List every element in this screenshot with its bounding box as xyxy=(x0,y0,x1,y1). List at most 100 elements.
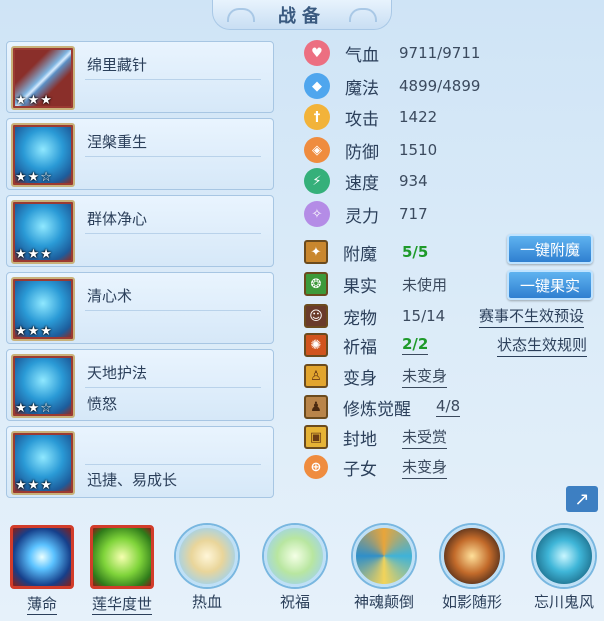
blessing-icon: ✺ xyxy=(304,333,328,357)
extra-value[interactable]: 未受赏 xyxy=(402,426,448,449)
skill-card-1[interactable]: ★★★ 绵里藏针 xyxy=(6,41,274,113)
extra-label: 祈福 xyxy=(343,337,377,358)
spirit-icon: ✧ xyxy=(304,201,330,227)
extra-value[interactable]: 未变身 xyxy=(402,365,448,388)
skill-card-6[interactable]: ★★★ 迅捷、易成长 xyxy=(6,426,274,498)
stat-label: 灵力 xyxy=(345,206,379,227)
bottom-slot-label: 忘川鬼风 xyxy=(533,593,594,611)
skill-stars: ★★☆ xyxy=(15,170,53,185)
skill-stars: ★★★ xyxy=(15,247,53,262)
stat-label: 攻击 xyxy=(345,109,379,130)
extra-label: 果实 xyxy=(343,276,377,297)
speed-icon: ⚡ xyxy=(304,168,330,194)
bottom-slot-label: 如影随形 xyxy=(441,593,502,611)
hot-blood-icon xyxy=(176,525,238,587)
blessing-flower-icon xyxy=(264,525,326,587)
shield-icon: ◈ xyxy=(304,137,330,163)
bottom-slot-3[interactable]: 热血 xyxy=(171,525,243,612)
bottom-slot-5[interactable]: 神魂颠倒 xyxy=(348,525,420,612)
page-title: 战备 xyxy=(212,0,392,30)
extra-label: 宠物 xyxy=(343,308,377,329)
stat-value: 934 xyxy=(399,172,428,190)
orb-icon xyxy=(10,525,74,589)
extra-label: 子女 xyxy=(343,459,377,480)
skill-name: 清心术 xyxy=(87,287,133,305)
extra-fief: ▣ 封地 未受赏 xyxy=(304,423,448,451)
fief-icon: ▣ xyxy=(304,425,328,449)
stat-spirit: ✧ 灵力 717 xyxy=(304,200,428,228)
extra-cultivation: ♟ 修炼觉醒 4/8 xyxy=(304,393,461,421)
skill-stars: ★★☆ xyxy=(15,401,53,416)
extra-enchant: ✦ 附魔 5/5 xyxy=(304,238,428,266)
cultivation-icon: ♟ xyxy=(304,395,328,419)
stat-label: 气血 xyxy=(345,45,379,66)
extra-child: ⊕ 子女 未变身 xyxy=(304,453,448,481)
one-click-enchant-button[interactable]: 一键附魔 xyxy=(507,234,593,264)
shadow-figures-icon xyxy=(441,525,503,587)
stat-value: 9711/9711 xyxy=(399,44,481,62)
skill-card-2[interactable]: ★★☆ 涅槃重生 xyxy=(6,118,274,190)
stat-speed: ⚡ 速度 934 xyxy=(304,167,428,195)
bottom-slot-7[interactable]: 忘川鬼风 xyxy=(528,525,600,612)
preset-link[interactable]: 赛事不生效预设 xyxy=(479,305,585,328)
skill-list: ★★★ 绵里藏针 ★★☆ 涅槃重生 ★★★ 群体净心 ★★★ 清心术 ★★☆ 天… xyxy=(6,41,274,503)
skill-stars: ★★★ xyxy=(15,478,53,493)
extra-value[interactable]: 未变身 xyxy=(402,456,448,479)
skill-name: 天地护法 xyxy=(87,364,148,382)
stat-attack: † 攻击 1422 xyxy=(304,103,437,131)
skill-name: 绵里藏针 xyxy=(87,56,148,74)
mana-icon: ◆ xyxy=(304,73,330,99)
extra-label: 修炼觉醒 xyxy=(343,399,411,420)
bottom-slot-1[interactable]: 薄命 xyxy=(6,525,78,615)
page-title-text: 战备 xyxy=(278,5,326,27)
bottom-slot-6[interactable]: 如影随形 xyxy=(436,525,508,612)
stat-label: 防御 xyxy=(345,142,379,163)
skill-card-5[interactable]: ★★☆ 天地护法 愤怒 xyxy=(6,349,274,421)
skill-subtitle: 迅捷、易成长 xyxy=(87,471,178,489)
enchant-icon: ✦ xyxy=(304,240,328,264)
stat-defense: ◈ 防御 1510 xyxy=(304,136,437,164)
stat-label: 魔法 xyxy=(345,78,379,99)
extra-label: 封地 xyxy=(343,429,377,450)
soul-swirl-icon xyxy=(353,525,415,587)
sword-icon: † xyxy=(304,104,330,130)
extra-label: 变身 xyxy=(343,368,377,389)
bottom-slot-2[interactable]: 莲华度世 xyxy=(86,525,158,615)
rules-link[interactable]: 状态生效规则 xyxy=(497,334,588,357)
extra-value: 5/5 xyxy=(402,243,429,261)
skill-subtitle: 愤怒 xyxy=(87,395,118,413)
bottom-slot-label: 莲华度世 xyxy=(91,595,152,615)
skill-card-4[interactable]: ★★★ 清心术 xyxy=(6,272,274,344)
skill-stars: ★★★ xyxy=(15,93,53,108)
stat-value: 717 xyxy=(399,205,428,223)
stat-mp: ◆ 魔法 4899/4899 xyxy=(304,72,480,100)
child-icon: ⊕ xyxy=(304,455,328,479)
pet-icon: ☺ xyxy=(304,304,328,328)
extra-value: 15/14 xyxy=(402,307,446,325)
skill-card-3[interactable]: ★★★ 群体净心 xyxy=(6,195,274,267)
bottom-slot-4[interactable]: 祝福 xyxy=(259,525,331,612)
extra-value[interactable]: 4/8 xyxy=(436,397,461,417)
extra-value: 未使用 xyxy=(402,275,448,294)
extra-fruit: ❂ 果实 未使用 xyxy=(304,270,447,298)
stat-value: 4899/4899 xyxy=(399,77,481,95)
extra-label: 附魔 xyxy=(343,244,377,265)
extra-blessing: ✺ 祈福 2/2 xyxy=(304,331,429,359)
skill-name: 群体净心 xyxy=(87,210,148,228)
transform-icon: ♙ xyxy=(304,364,328,388)
bottom-slot-label: 热血 xyxy=(191,593,222,611)
bottom-slot-label: 神魂颠倒 xyxy=(353,593,414,611)
lotus-hand-icon xyxy=(90,525,154,589)
stat-label: 速度 xyxy=(345,173,379,194)
skill-stars: ★★★ xyxy=(15,324,53,339)
fruit-icon: ❂ xyxy=(304,272,328,296)
one-click-fruit-button[interactable]: 一键果实 xyxy=(507,270,593,300)
stat-value: 1510 xyxy=(399,141,438,159)
bottom-slot-label: 祝福 xyxy=(279,593,310,611)
stat-hp: ♥ 气血 9711/9711 xyxy=(304,39,480,67)
bottom-slot-label: 薄命 xyxy=(26,595,57,615)
extra-value[interactable]: 2/2 xyxy=(402,335,429,355)
share-icon[interactable]: ↗ xyxy=(566,486,598,512)
stat-value: 1422 xyxy=(399,108,438,126)
ghost-wind-icon xyxy=(533,525,595,587)
